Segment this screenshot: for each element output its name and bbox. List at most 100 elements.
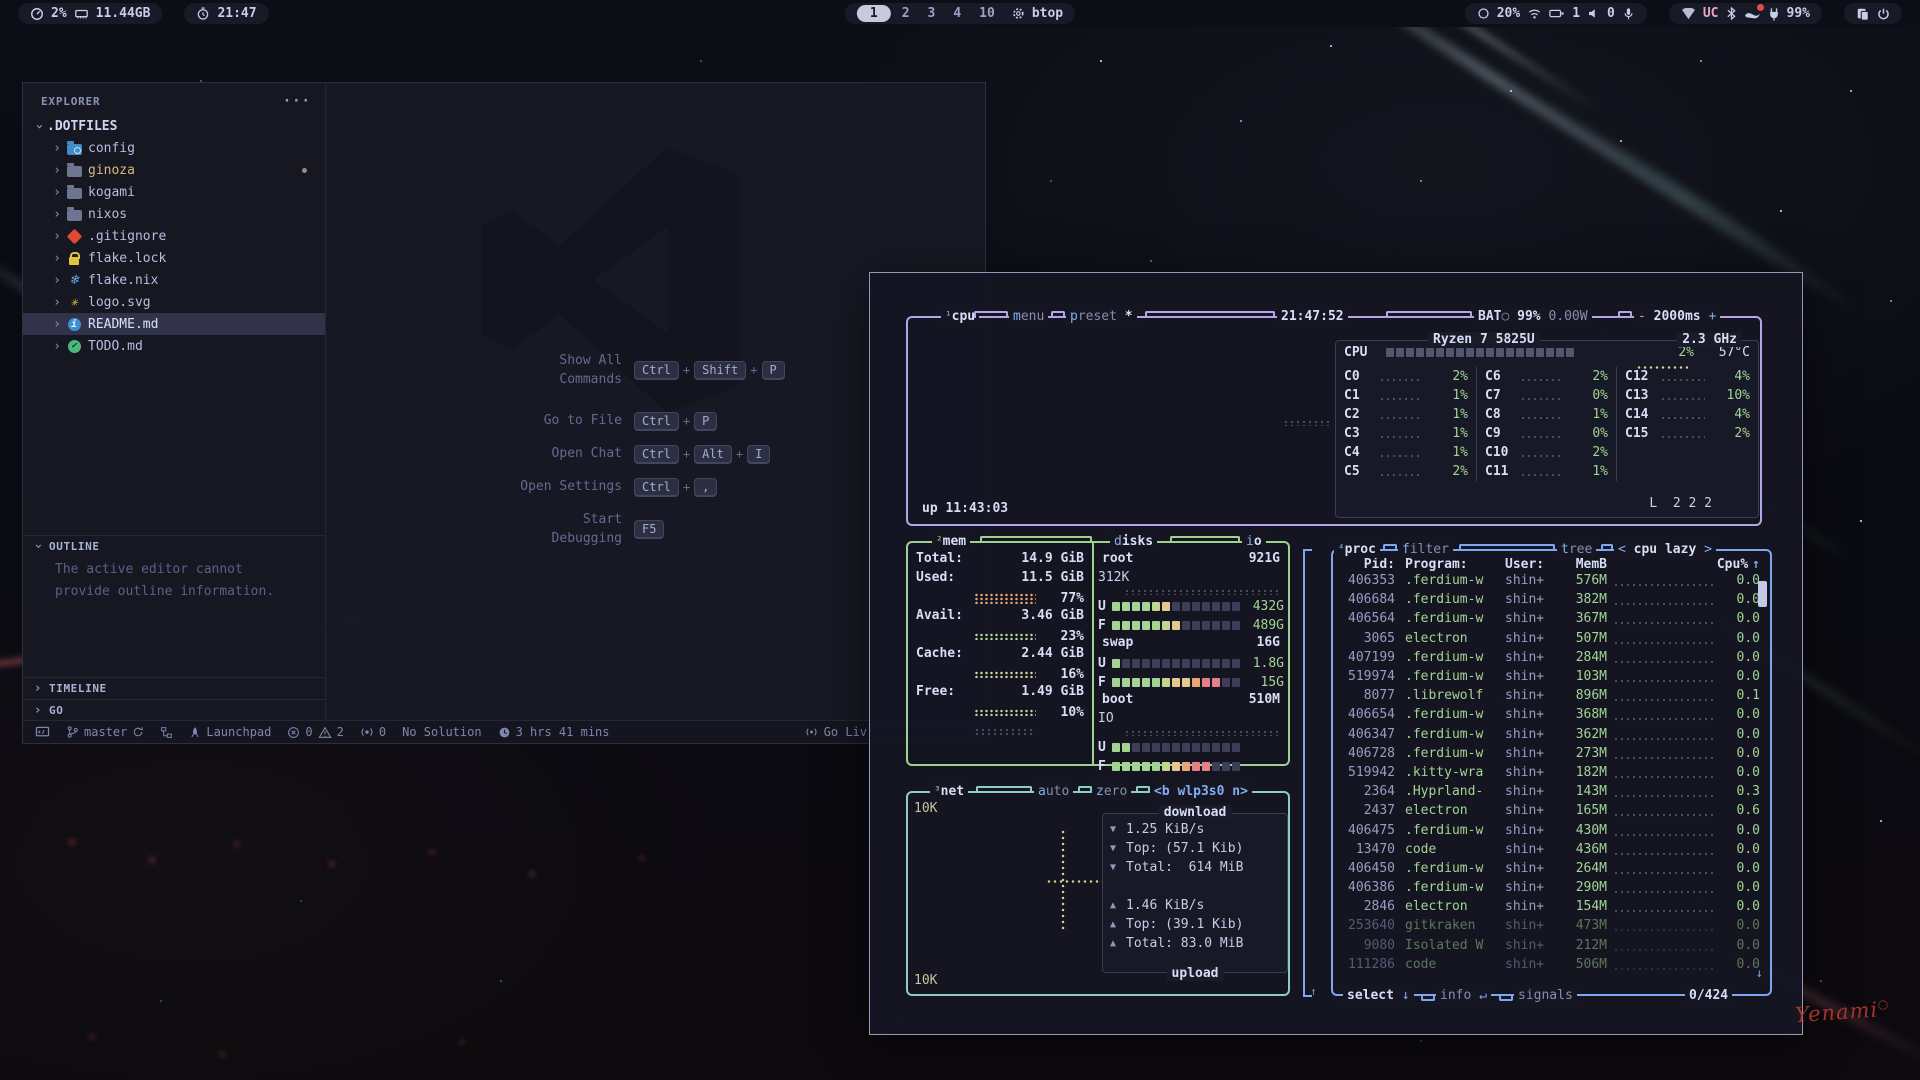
core-row: C144% [1617,405,1758,424]
process-row[interactable]: 253640 gitkraken shin+ 473M 0.0 [1333,916,1770,935]
border-bracket [1145,311,1275,318]
tree-item[interactable]: › flake.lock [23,247,325,269]
system-stats-module[interactable]: 2% 11.44GB [18,3,162,24]
process-row[interactable]: 2846 electron shin+ 154M 0.0 [1333,897,1770,916]
go-section-header[interactable]: › GO [23,699,325,721]
io-pane-edge [1303,549,1307,997]
chevron-right-icon: › [31,703,45,718]
mem-box: ²mem disks io Total:14.9 GiB Used:11.5 G… [906,541,1290,766]
process-row[interactable]: 406684 .ferdium-w shin+ 382M 0.0 [1333,590,1770,609]
update-interval-control[interactable]: - 2000ms + [1634,308,1720,325]
ports-indicator[interactable]: 0 [360,725,386,739]
tree-item[interactable]: › config [23,137,325,159]
process-row[interactable]: 406728 .ferdium-w shin+ 273M 0.0 [1333,744,1770,763]
tree-item[interactable]: › README.md [23,313,325,335]
key-chip: Ctrl [634,412,679,430]
root-folder-label: .DOTFILES [47,119,117,134]
speaker-icon [1587,7,1600,20]
solution-indicator[interactable]: No Solution [402,725,481,739]
notification-icon [1744,7,1761,20]
connectivity-module[interactable]: UC 99% [1669,3,1822,24]
problems-indicator[interactable]: 0 2 [287,725,343,739]
process-row[interactable]: 519942 .kitty-wra shin+ 182M 0.0 [1333,763,1770,782]
signals-hint[interactable]: signals [1514,987,1577,1004]
git-branch-indicator[interactable]: master [66,725,144,739]
process-row[interactable]: 406475 .ferdium-w shin+ 430M 0.0 [1333,820,1770,839]
scroll-down-icon[interactable]: ↓ [1756,966,1763,980]
tree-item[interactable]: › logo.svg [23,291,325,313]
tree-item[interactable]: › kogami [23,181,325,203]
info-hint[interactable]: info ↵ [1436,987,1491,1004]
workspace-item[interactable]: 3 [924,6,940,21]
core-row: C02% [1336,367,1476,386]
process-row[interactable]: 406564 .ferdium-w shin+ 367M 0.0 [1333,609,1770,628]
timeline-section-header[interactable]: › TIMELINE [23,677,325,699]
net-scale-bottom: 10K [914,973,937,988]
disk-name: root [1102,551,1133,570]
time-tracker[interactable]: 3 hrs 41 mins [498,725,610,739]
disk-name: boot [1102,692,1133,711]
tree-root-dotfiles[interactable]: › .DOTFILES [23,115,325,137]
more-actions-icon[interactable]: ··· [283,93,311,109]
battery-percent: 99% [1787,6,1810,21]
tree-item[interactable]: › ginoza [23,159,325,181]
tree-button[interactable]: reetree [1557,541,1596,558]
sort-selector[interactable]: < cpu lazy > [1614,541,1716,558]
clipboard-icon[interactable] [1856,7,1870,21]
process-row[interactable]: 519974 .ferdium-w shin+ 103M 0.0 [1333,667,1770,686]
process-row[interactable]: 406386 .ferdium-w shin+ 290M 0.0 [1333,878,1770,897]
hardware-module[interactable]: 20% 1 0 [1465,3,1647,24]
process-row[interactable]: 13470 code shin+ 436M 0.0 [1333,840,1770,859]
workspace-active[interactable]: 1 [857,5,891,22]
net-auto-button[interactable]: auto [1034,783,1073,800]
process-row[interactable]: 111286 code shin+ 506M 0.0 [1333,955,1770,974]
timer-icon [196,6,210,21]
process-row[interactable]: 2437 electron shin+ 165M 0.6 [1333,801,1770,820]
launchpad-item[interactable]: Launchpad [189,725,271,739]
menu-button[interactable]: menu [1009,308,1048,325]
border-bracket [1051,311,1065,318]
process-row[interactable]: 8077 .librewolf shin+ 896M 0.1 [1333,686,1770,705]
file-name: config [88,141,135,156]
file-name: ginoza [88,163,135,178]
up-arrow-icon: ▲ [1110,919,1120,930]
sql-tools-indicator[interactable] [160,726,173,739]
workspace-item[interactable]: 2 [898,6,914,21]
chevron-right-icon: › [49,339,65,354]
workspace-item[interactable]: 10 [975,6,999,21]
outline-section-header[interactable]: › OUTLINE [23,535,325,557]
tree-item[interactable]: › nixos [23,203,325,225]
process-row[interactable]: 2364 .Hyprland- shin+ 143M 0.3 [1333,782,1770,801]
filter-button[interactable]: filter [1398,541,1453,558]
process-row[interactable]: 406347 .ferdium-w shin+ 362M 0.0 [1333,725,1770,744]
tree-item[interactable]: › flake.nix [23,269,325,291]
remote-indicator[interactable] [35,726,50,739]
battery-count: 1 [1572,6,1580,21]
process-row[interactable]: 406353 .ferdium-w shin+ 576M 0.0 [1333,571,1770,590]
process-row[interactable]: 406654 .ferdium-w shin+ 368M 0.0 [1333,705,1770,724]
tree-item[interactable]: › .gitignore [23,225,325,247]
net-interface[interactable]: <b wlp3s0 n> [1150,783,1252,800]
proc-scrollbar[interactable] [1758,581,1767,607]
workspace-item[interactable]: 4 [949,6,965,21]
down-arrow-icon: ▼ [1110,824,1120,835]
workspace-special[interactable]: btop [1032,6,1063,21]
preset-button[interactable]: preset * [1066,308,1137,325]
tree-item[interactable]: › TODO.md [23,335,325,357]
gear-icon [1012,7,1025,20]
clock-module[interactable]: 21:47 [184,3,268,24]
net-zero-button[interactable]: zero [1092,783,1131,800]
uptime-label: up 11:43:03 [922,501,1008,516]
shortcut-label: Start Debugging [356,510,622,548]
power-icon[interactable] [1877,7,1890,21]
process-row[interactable]: 406450 .ferdium-w shin+ 264M 0.0 [1333,859,1770,878]
file-icon [65,338,83,354]
net-box: ³net auto zero <b wlp3s0 n> 10K 10K down… [906,791,1290,996]
process-row[interactable]: 9080 Isolated W shin+ 212M 0.0 [1333,936,1770,955]
process-row[interactable]: 3065 electron shin+ 507M 0.0 [1333,629,1770,648]
process-row[interactable]: 407199 .ferdium-w shin+ 284M 0.0 [1333,648,1770,667]
go-live-button[interactable]: Go Liv [804,725,867,739]
status-bar: 2% 11.44GB 21:47 1 23410 btop 20% [0,0,1920,27]
key-chip: Shift [694,361,746,379]
select-hint[interactable]: select ↓ [1343,987,1414,1004]
